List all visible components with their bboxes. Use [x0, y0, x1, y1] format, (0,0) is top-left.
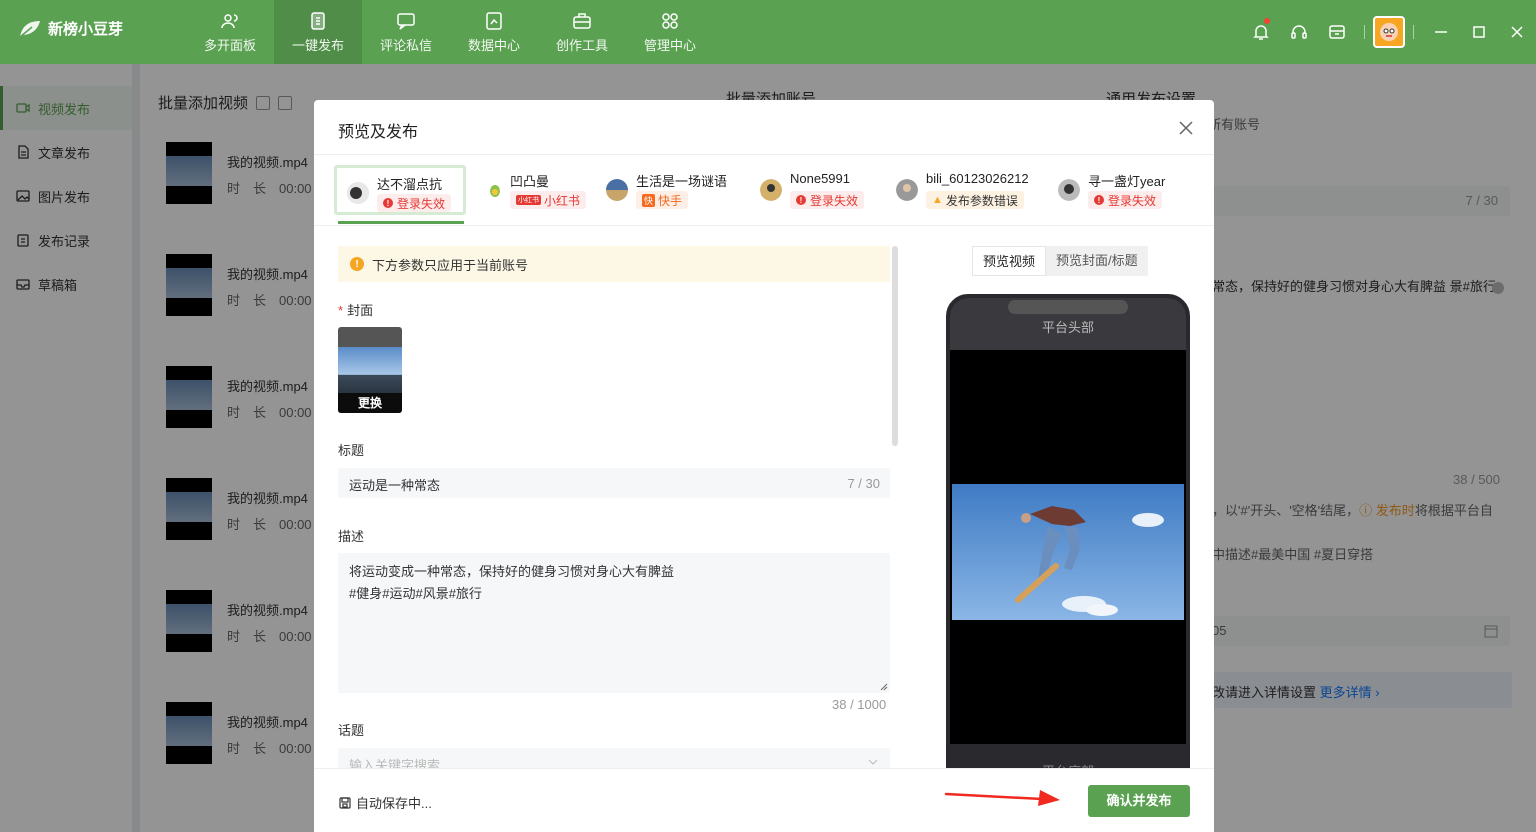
resize-handle-icon[interactable]	[880, 683, 888, 691]
close-icon[interactable]	[1178, 120, 1194, 136]
title-count: 7 / 30	[847, 476, 880, 491]
main-nav: 多开面板 一键发布 评论私信 数据中心 创作工具 管理中心	[186, 0, 714, 64]
close-icon	[1511, 26, 1523, 38]
window-close-button[interactable]	[1498, 0, 1536, 64]
inbox-icon	[1329, 25, 1345, 39]
form-scrollbar[interactable]	[892, 246, 898, 446]
account-tab[interactable]: 寻一盏灯year ! 登录失效	[1048, 165, 1188, 215]
account-avatar	[760, 179, 782, 201]
avatar-face-icon	[1380, 23, 1398, 41]
account-tab[interactable]: None5991 ! 登录失效	[750, 165, 876, 215]
user-avatar[interactable]	[1373, 16, 1405, 48]
support-button[interactable]	[1280, 0, 1318, 64]
account-tab[interactable]: 凹凸曼 小红书 小红书	[474, 165, 587, 215]
red-arrow-annotation-icon	[944, 790, 1060, 806]
account-avatar	[484, 179, 506, 201]
message-icon	[397, 12, 415, 30]
info-icon: !	[350, 257, 364, 271]
cover-image[interactable]: 更换	[338, 327, 402, 413]
description-textarea[interactable]: 将运动变成一种常态，保持好的健身习惯对身心大有脾益 #健身#运动#风景#旅行	[338, 553, 890, 693]
save-icon	[339, 796, 351, 809]
description-label: 描述	[338, 529, 365, 544]
nav-one-click-publish[interactable]: 一键发布	[274, 0, 362, 64]
app-logo[interactable]: 新榜小豆芽	[18, 18, 123, 39]
skateboarder-image	[1015, 506, 1164, 616]
preview-publish-dialog: 预览及发布 达不溜点抗 ! 登录失效 凹凸曼 小红书 小红书 生活是一场谜语 快快手…	[314, 100, 1214, 832]
status-badge: ! 登录失效	[1088, 191, 1163, 209]
top-right-controls	[1242, 0, 1536, 64]
top-bar: 新榜小豆芽 多开面板 一键发布 评论私信 数据中心 创作工具 管理中心	[0, 0, 1536, 64]
account-avatar	[347, 182, 369, 204]
platform-badge: 小红书 小红书	[510, 191, 587, 209]
error-icon: !	[796, 195, 806, 205]
cover-label: * 封面	[338, 303, 374, 318]
notification-dot	[1264, 18, 1270, 24]
notification-button[interactable]	[1242, 0, 1280, 64]
status-badge: ! 登录失效	[790, 191, 865, 209]
headset-icon	[1291, 25, 1307, 39]
kuaishou-icon: 快	[642, 193, 656, 207]
separator	[1413, 25, 1414, 39]
nav-comments[interactable]: 评论私信	[362, 0, 450, 64]
topic-label: 话题	[338, 723, 365, 738]
account-avatar	[896, 179, 918, 201]
phone-notch	[1008, 300, 1128, 314]
nav-multi-panel[interactable]: 多开面板	[186, 0, 274, 64]
toolbox-icon	[573, 12, 591, 29]
account-tabs: 达不溜点抗 ! 登录失效 凹凸曼 小红书 小红书 生活是一场谜语 快快手 None5…	[314, 154, 1214, 226]
tab-preview-cover-title[interactable]: 预览封面/标题	[1046, 246, 1148, 276]
description-count: 38 / 1000	[832, 697, 887, 712]
account-avatar	[606, 179, 628, 201]
minimize-button[interactable]	[1422, 0, 1460, 64]
bell-icon	[1253, 25, 1269, 40]
active-tab-indicator	[338, 221, 464, 224]
confirm-publish-button[interactable]: 确认并发布	[1088, 785, 1190, 817]
dialog-title: 预览及发布	[338, 124, 419, 141]
separator	[1364, 25, 1365, 39]
error-icon: !	[1094, 195, 1104, 205]
app-name: 新榜小豆芽	[48, 21, 124, 38]
publish-icon	[311, 11, 325, 30]
maximize-button[interactable]	[1460, 0, 1498, 64]
error-icon: !	[383, 198, 393, 208]
account-tab[interactable]: bili_60123026212 ▲ 发布参数错误	[886, 165, 1046, 215]
preview-video[interactable]	[952, 484, 1184, 620]
status-badge: ▲ 发布参数错误	[926, 191, 1024, 209]
nav-management[interactable]: 管理中心	[626, 0, 714, 64]
preview-tabs: 预览视频 预览封面/标题	[972, 246, 1148, 276]
dialog-footer: 自动保存中... 确认并发布	[314, 768, 1214, 832]
phone-preview: 平台头部 平台底部	[946, 294, 1190, 832]
title-input[interactable]: 运动是一种常态 7 / 30	[338, 468, 890, 498]
title-label: 标题	[338, 443, 365, 458]
minimize-icon	[1435, 31, 1447, 33]
account-tab[interactable]: 达不溜点抗 ! 登录失效	[334, 165, 466, 215]
grid-icon	[662, 12, 678, 29]
chevron-down-icon[interactable]	[868, 758, 878, 766]
data-icon	[486, 11, 502, 30]
leaf-logo-icon	[19, 20, 40, 38]
xiaohongshu-icon: 小红书	[516, 195, 541, 205]
account-avatar	[1058, 179, 1080, 201]
status-badge: ! 登录失效	[377, 194, 452, 212]
autosave-status: 自动保存中...	[338, 793, 432, 812]
nav-data-center[interactable]: 数据中心	[450, 0, 538, 64]
account-tab[interactable]: 生活是一场谜语 快快手	[596, 165, 736, 215]
notice-banner: ! 下方参数只应用于当前账号	[338, 246, 890, 282]
tab-preview-video[interactable]: 预览视频	[972, 246, 1047, 276]
users-icon	[221, 13, 238, 28]
change-cover-button[interactable]: 更换	[338, 393, 402, 413]
nav-creation-tools[interactable]: 创作工具	[538, 0, 626, 64]
cover-thumbnail	[338, 347, 402, 393]
warning-icon: ▲	[932, 194, 943, 206]
maximize-icon	[1473, 26, 1485, 38]
platform-badge: 快快手	[636, 191, 689, 209]
inbox-button[interactable]	[1318, 0, 1356, 64]
